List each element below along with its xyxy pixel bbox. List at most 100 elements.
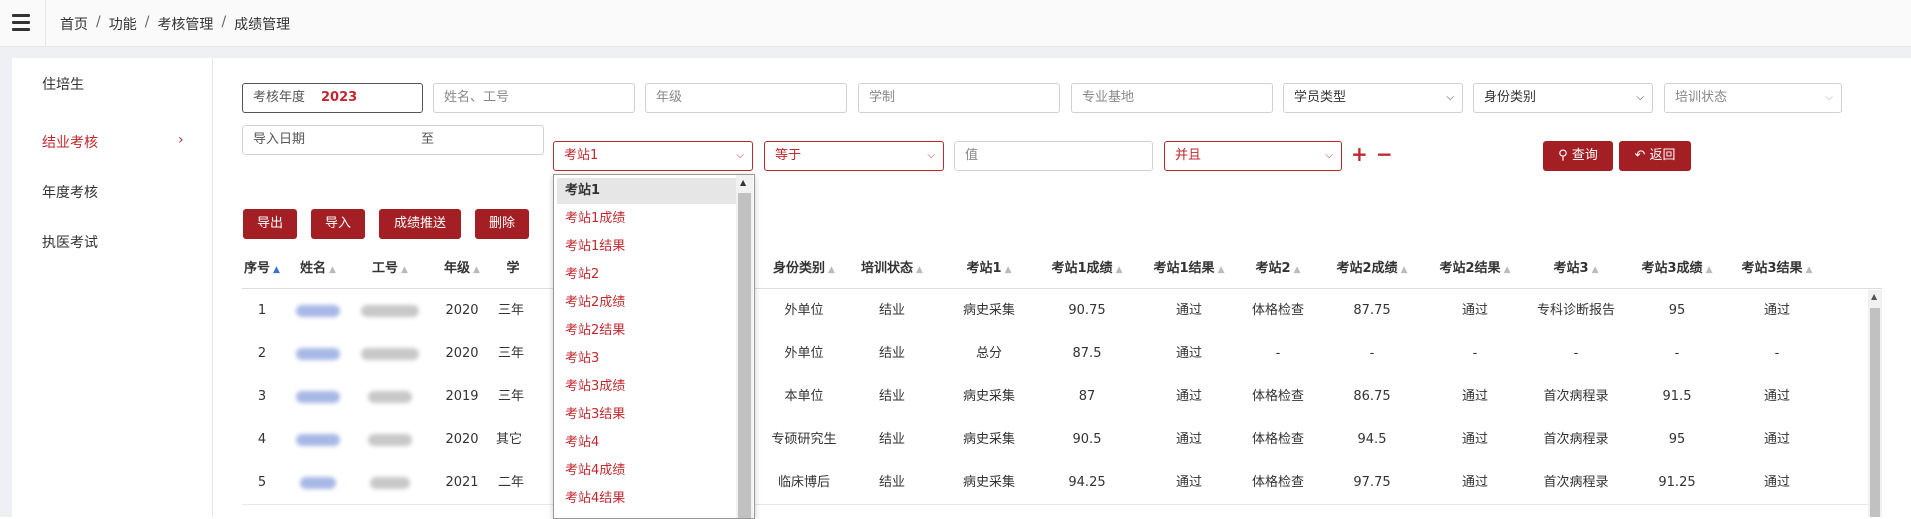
col-station3-result[interactable]: 考站3结果 ▲ <box>1732 250 1822 288</box>
station-dropdown-list[interactable]: 考站1 考站1成绩 考站1结果 考站2 考站2成绩 考站2结果 考站3 考站3成… <box>553 174 755 519</box>
base-input[interactable]: 专业基地 <box>1071 83 1273 113</box>
name-id-input[interactable]: 姓名、工号 <box>433 83 635 113</box>
search-icon: ⚲ <box>1558 148 1568 163</box>
cell-index: 4 <box>257 432 267 447</box>
option-station2-score[interactable]: 考站2成绩 <box>557 290 743 316</box>
option-station1[interactable]: 考站1 <box>557 178 743 204</box>
col-station1-result[interactable]: 考站1结果 ▲ <box>1144 250 1234 288</box>
value-input[interactable]: 值 <box>954 141 1153 171</box>
col-station2[interactable]: 考站2 ▲ <box>1242 250 1314 288</box>
grade-input[interactable]: 年级 <box>645 83 847 113</box>
import-button[interactable]: 导入 <box>311 209 365 239</box>
col-station3[interactable]: 考站3 ▲ <box>1532 250 1620 288</box>
col-id[interactable]: 工号 ▲ <box>354 250 426 288</box>
breadcrumb-home[interactable]: 首页 <box>60 14 88 34</box>
cell-station2-score: 97.75 <box>1353 475 1391 490</box>
remove-condition-icon[interactable]: − <box>1376 142 1393 166</box>
training-status-select[interactable]: 培训状态 ⌵ <box>1664 83 1842 113</box>
back-button[interactable]: ↶ 返回 <box>1619 141 1691 171</box>
breadcrumb-exam-management[interactable]: 考核管理 <box>157 14 213 34</box>
option-station4-result[interactable]: 考站4结果 <box>557 486 743 512</box>
col-grade[interactable]: 年级 ▲ <box>434 250 490 288</box>
option-station2-result[interactable]: 考站2结果 <box>557 318 743 344</box>
option-station1-score[interactable]: 考站1成绩 <box>557 206 743 232</box>
table-row[interactable]: 4 2020 其它 专硕研究生 结业 病史采集 90.5 通过 体格检查 94.… <box>242 418 1882 462</box>
col-identity[interactable]: 身份类别 ▲ <box>766 250 842 288</box>
import-date-to: 至 <box>421 132 435 147</box>
table-row[interactable]: 3 2019 三年 本单位 结业 病史采集 87 通过 体格检查 86.75 通… <box>242 375 1882 419</box>
student-type-value: 学员类型 <box>1294 90 1347 105</box>
cell-station3-score: 91.25 <box>1658 475 1696 490</box>
import-date-range[interactable]: 导入日期 至 <box>242 125 544 155</box>
sidebar-item-resident[interactable]: 住培生 <box>42 74 84 94</box>
cell-training-status: 结业 <box>878 303 905 318</box>
training-status-value: 培训状态 <box>1675 90 1728 105</box>
option-station1-result[interactable]: 考站1结果 <box>557 234 743 260</box>
student-type-select[interactable]: 学员类型 ⌵ <box>1283 83 1463 113</box>
operator-select[interactable]: 等于 ⌵ <box>764 141 944 171</box>
cell-station2: 体格检查 <box>1251 303 1304 318</box>
col-name[interactable]: 姓名 ▲ <box>290 250 346 288</box>
table-row[interactable]: 2 2020 三年 外单位 结业 总分 87.5 通过 - - - - - - <box>242 332 1882 376</box>
sidebar-item-annual-exam[interactable]: 年度考核 <box>42 182 98 202</box>
back-label: 返回 <box>1649 148 1676 163</box>
logic-select-value: 并且 <box>1175 148 1202 163</box>
breadcrumb-function[interactable]: 功能 <box>109 14 137 34</box>
query-label: 查询 <box>1571 148 1598 163</box>
add-condition-icon[interactable]: + <box>1351 142 1368 166</box>
score-push-button[interactable]: 成绩推送 <box>379 209 461 239</box>
cell-station2-score: 94.5 <box>1357 432 1387 447</box>
cell-station3-score: 91.5 <box>1662 389 1692 404</box>
cell-system: 二年 <box>498 475 525 490</box>
cell-system: 三年 <box>498 346 525 361</box>
cell-training-status: 结业 <box>878 346 905 361</box>
cell-identity: 外单位 <box>784 346 824 361</box>
cell-station3-result: 通过 <box>1763 475 1790 490</box>
cell-id <box>354 461 426 504</box>
cell-index: 5 <box>257 475 267 490</box>
col-index[interactable]: 序号 ▲ <box>242 250 282 288</box>
scrollbar-thumb[interactable] <box>738 193 751 518</box>
col-system[interactable]: 学 <box>498 250 528 288</box>
scrollbar-thumb[interactable] <box>1870 308 1880 517</box>
option-station4[interactable]: 考站4 <box>557 430 743 456</box>
chevron-down-icon: ⌵ <box>736 150 744 161</box>
station-select[interactable]: 考站1 ⌵ <box>553 141 753 171</box>
query-button[interactable]: ⚲ 查询 <box>1543 141 1613 171</box>
cell-station1-result: 通过 <box>1175 346 1202 361</box>
system-input[interactable]: 学制 <box>858 83 1060 113</box>
scroll-up-icon[interactable]: ▲ <box>1871 292 1877 301</box>
col-station1-score[interactable]: 考站1成绩 ▲ <box>1042 250 1132 288</box>
cell-station1: 病史采集 <box>962 389 1015 404</box>
cell-station1-result: 通过 <box>1175 389 1202 404</box>
export-button[interactable]: 导出 <box>243 209 297 239</box>
option-station2[interactable]: 考站2 <box>557 262 743 288</box>
sidebar-item-license-exam[interactable]: 执医考试 <box>42 232 98 252</box>
cell-grade: 2020 <box>445 303 479 318</box>
year-field[interactable]: 考核年度 2023 <box>242 83 423 113</box>
sidebar-item-graduation-exam[interactable]: 结业考核 <box>42 132 98 152</box>
table-row[interactable]: 5 2021 二年 临床博后 结业 病史采集 94.25 通过 体格检查 97.… <box>242 461 1882 505</box>
dropdown-scrollbar[interactable]: ▲ <box>736 175 753 518</box>
col-station2-result[interactable]: 考站2结果 ▲ <box>1430 250 1520 288</box>
table-row[interactable]: 1 2020 三年 外单位 结业 病史采集 90.75 通过 体格检查 87.7… <box>242 289 1882 333</box>
cell-station1-score: 87.5 <box>1072 346 1102 361</box>
option-station3-score[interactable]: 考站3成绩 <box>557 374 743 400</box>
delete-button[interactable]: 删除 <box>475 209 529 239</box>
identity-type-select[interactable]: 身份类别 ⌵ <box>1473 83 1653 113</box>
option-station3[interactable]: 考站3 <box>557 346 743 372</box>
col-station2-score[interactable]: 考站2成绩 ▲ <box>1322 250 1422 288</box>
option-station3-result[interactable]: 考站3结果 <box>557 402 743 428</box>
col-station1[interactable]: 考站1 ▲ <box>954 250 1024 288</box>
cell-station3: 首次病程录 <box>1543 475 1609 490</box>
col-station3-score[interactable]: 考站3成绩 ▲ <box>1630 250 1724 288</box>
hamburger-menu-icon[interactable] <box>12 14 30 31</box>
col-training-status[interactable]: 培训状态 ▲ <box>854 250 930 288</box>
cell-station1: 病史采集 <box>962 432 1015 447</box>
scroll-up-icon[interactable]: ▲ <box>740 178 746 187</box>
table-scrollbar[interactable]: ▲ <box>1868 290 1882 517</box>
cell-station3: 首次病程录 <box>1543 389 1609 404</box>
option-station4-score[interactable]: 考站4成绩 <box>557 458 743 484</box>
cell-id <box>354 289 426 332</box>
logic-select[interactable]: 并且 ⌵ <box>1164 141 1342 171</box>
